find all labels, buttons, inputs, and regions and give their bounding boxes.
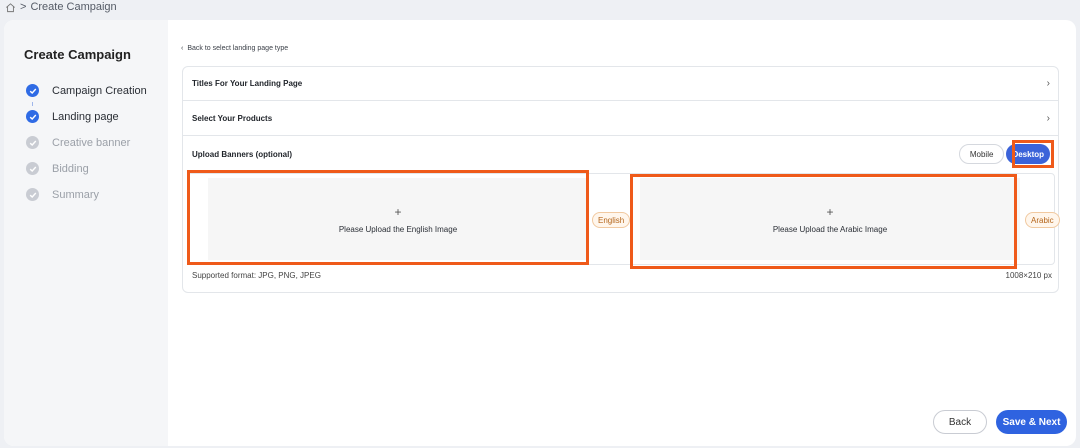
device-toggle: Mobile Desktop bbox=[958, 144, 1050, 164]
check-icon bbox=[26, 110, 39, 123]
main-panel: Create Campaign Campaign Creation Landin… bbox=[4, 20, 1076, 446]
back-link-label: Back to select landing page type bbox=[187, 45, 289, 52]
step-campaign-creation[interactable]: Campaign Creation bbox=[26, 84, 147, 97]
arabic-image-dropzone[interactable]: + Please Upload the Arabic Image bbox=[640, 178, 1020, 260]
step-bidding[interactable]: Bidding bbox=[26, 162, 89, 175]
section-products[interactable]: Select Your Products › bbox=[183, 102, 1058, 136]
section-title: Titles For Your Landing Page bbox=[192, 79, 303, 88]
chevron-right-icon: › bbox=[1046, 113, 1050, 124]
arabic-tag: Arabic bbox=[1025, 212, 1060, 228]
section-upload-banners: Upload Banners (optional) Mobile Desktop bbox=[183, 137, 1058, 171]
landing-page-form: Titles For Your Landing Page › Select Yo… bbox=[182, 66, 1060, 293]
form-actions: Back Save & Next bbox=[933, 410, 1067, 434]
check-icon bbox=[26, 162, 39, 175]
step-label: Bidding bbox=[52, 162, 89, 175]
check-icon bbox=[26, 84, 39, 97]
step-label: Creative banner bbox=[52, 136, 131, 149]
step-sidebar: Create Campaign Campaign Creation Landin… bbox=[4, 20, 168, 446]
dropzone-label: Please Upload the English Image bbox=[338, 224, 458, 234]
step-summary[interactable]: Summary bbox=[26, 188, 99, 201]
upload-hints: Supported format: JPG, PNG, JPEG 1008×21… bbox=[192, 271, 1052, 280]
banner-upload-area: + Please Upload the English Image Englis… bbox=[187, 173, 1060, 265]
back-to-landing-type-link[interactable]: ‹ Back to select landing page type bbox=[181, 45, 288, 52]
step-label: Summary bbox=[52, 188, 100, 201]
breadcrumb-current: Create Campaign bbox=[30, 1, 117, 13]
section-title: Select Your Products bbox=[192, 114, 273, 123]
breadcrumb-separator: > bbox=[20, 1, 27, 13]
plus-icon: + bbox=[394, 204, 402, 219]
sidebar-title: Create Campaign bbox=[24, 47, 131, 62]
dropzone-label: Please Upload the Arabic Image bbox=[772, 224, 888, 234]
mobile-toggle-button[interactable]: Mobile bbox=[958, 144, 1005, 164]
desktop-toggle-button[interactable]: Desktop bbox=[1006, 144, 1050, 164]
plus-icon: + bbox=[826, 204, 834, 219]
back-button[interactable]: Back bbox=[933, 410, 987, 434]
step-connector bbox=[32, 102, 33, 106]
section-title: Upload Banners (optional) bbox=[192, 149, 292, 159]
section-titles[interactable]: Titles For Your Landing Page › bbox=[183, 67, 1058, 101]
home-icon[interactable] bbox=[5, 2, 16, 13]
english-tag: English bbox=[592, 212, 631, 228]
check-icon bbox=[26, 188, 39, 201]
check-icon bbox=[26, 136, 39, 149]
breadcrumb: > Create Campaign bbox=[5, 0, 117, 14]
step-label: Campaign Creation bbox=[52, 84, 147, 97]
save-next-button[interactable]: Save & Next bbox=[996, 410, 1067, 434]
english-image-dropzone[interactable]: + Please Upload the English Image bbox=[208, 178, 588, 260]
image-size-hint: 1008×210 px bbox=[1005, 271, 1053, 280]
step-label: Landing page bbox=[52, 110, 119, 123]
step-landing-page[interactable]: Landing page bbox=[26, 110, 119, 123]
chevron-right-icon: › bbox=[1046, 78, 1050, 89]
chevron-left-icon: ‹ bbox=[181, 45, 184, 52]
step-creative-banner[interactable]: Creative banner bbox=[26, 136, 130, 149]
supported-formats: Supported format: JPG, PNG, JPEG bbox=[192, 271, 321, 280]
